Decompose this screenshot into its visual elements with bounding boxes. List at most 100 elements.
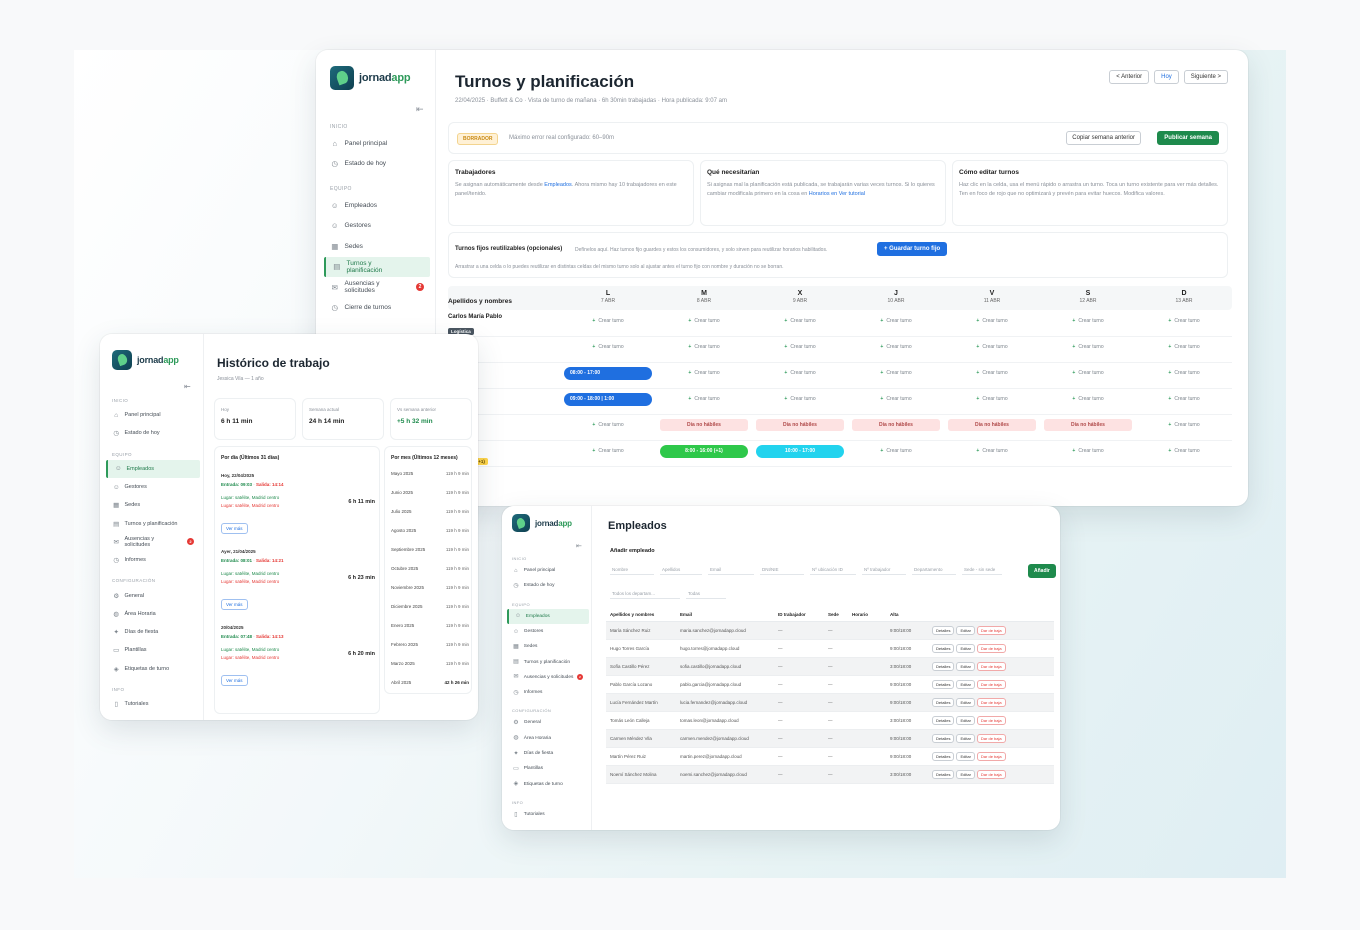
sidebar-item-general[interactable]: ⚙ General <box>507 715 589 730</box>
action-detalles-button[interactable]: Detalles <box>932 734 955 743</box>
sidebar-item-panel-principal[interactable]: ⌂ Panel principal <box>507 563 589 578</box>
create-shift-button[interactable]: + Crear turno <box>848 344 944 350</box>
field-email[interactable]: Email <box>708 564 754 575</box>
sidebar-item-plantillas[interactable]: ▭ Plantillas <box>507 761 589 776</box>
create-shift-button[interactable]: + Crear turno <box>752 318 848 324</box>
column-header[interactable]: Horario <box>852 612 890 617</box>
shift-block[interactable]: 10:00 - 17:00 <box>756 445 844 458</box>
filter-select[interactable]: Todas <box>686 589 726 599</box>
sidebar-item-informes[interactable]: ◷ Informes <box>106 551 200 569</box>
sidebar-item-plantillas[interactable]: ▭ Plantillas <box>106 641 200 659</box>
info-link[interactable]: Empleados <box>544 182 572 188</box>
create-shift-button[interactable]: + Crear turno <box>944 370 1040 376</box>
action-dar-de-baja-button[interactable]: Dar de baja <box>976 770 1006 779</box>
action-dar-de-baja-button[interactable]: Dar de baja <box>976 698 1006 707</box>
sidebar-item-sedes[interactable]: ▦ Sedes <box>106 496 200 514</box>
table-row[interactable]: Carmen Méndez Vila carmen.mendez@jornadap… <box>606 730 1054 748</box>
action-detalles-button[interactable]: Detalles <box>932 716 955 725</box>
copy-week-button[interactable]: Copiar semana anterior <box>1066 131 1141 145</box>
column-header[interactable]: Sede <box>828 612 852 617</box>
field-sede-sin-sede[interactable]: Sede - sin sede <box>962 564 1002 575</box>
column-header[interactable]: Apellidos y nombres <box>606 612 680 617</box>
sidebar-item-turnos-y-planificacion[interactable]: ▤ Turnos y planificación <box>106 514 200 532</box>
employee-name[interactable]: Carlos María Pablo <box>448 314 560 320</box>
sidebar-item-panel-principal[interactable]: ⌂ Panel principal <box>106 406 200 424</box>
create-shift-button[interactable]: + Crear turno <box>560 344 656 350</box>
collapse-sidebar-icon[interactable]: ⇤ <box>576 542 582 550</box>
field-apellidos[interactable]: Apellidos <box>660 564 702 575</box>
action-detalles-button[interactable]: Detalles <box>932 770 955 779</box>
field-nombre[interactable]: Nombre <box>610 564 654 575</box>
sidebar-item-ausencias-y-solicitudes[interactable]: ✉ Ausencias y solicitudes 2 <box>507 670 589 685</box>
shift-block[interactable]: 8:00 - 16:00 (+1) <box>660 445 748 458</box>
info-link[interactable]: Horarios en Ver tutorial <box>809 191 865 197</box>
brand-logo[interactable]: jornadapp <box>512 514 572 532</box>
sidebar-item-gestores[interactable]: ☺ Gestores <box>106 478 200 496</box>
sidebar-item-gestores[interactable]: ☺ Gestores <box>507 624 589 639</box>
action-editar-button[interactable]: Editar <box>956 752 975 761</box>
action-dar-de-baja-button[interactable]: Dar de baja <box>976 752 1006 761</box>
action-detalles-button[interactable]: Detalles <box>932 662 955 671</box>
sidebar-item-dias-de-fiesta[interactable]: ✦ Días de fiesta <box>106 623 200 641</box>
action-dar-de-baja-button[interactable]: Dar de baja <box>976 626 1006 635</box>
create-shift-button[interactable]: + Crear turno <box>848 318 944 324</box>
see-more-button[interactable]: Ver más <box>221 675 248 686</box>
table-row[interactable]: Noemí Sánchez Molina noemi.sanchez@jornad… <box>606 766 1054 784</box>
create-shift-button[interactable]: + Crear turno <box>1040 370 1136 376</box>
save-fixed-shift-button[interactable]: + Guardar turno fijo <box>877 242 948 256</box>
create-shift-button[interactable]: + Crear turno <box>944 396 1040 402</box>
create-shift-button[interactable]: + Crear turno <box>656 396 752 402</box>
sidebar-item-area-horaria[interactable]: ◍ Área Horaria <box>106 605 200 623</box>
non-working-day-cell[interactable]: Día no hábiles <box>948 419 1036 431</box>
table-row[interactable]: Pablo García Lozano pablo.garcia@jornadap… <box>606 676 1054 694</box>
sidebar-item-dias-de-fiesta[interactable]: ✦ Días de fiesta <box>507 746 589 761</box>
sidebar-item-empleados[interactable]: ☺ Empleados <box>106 459 200 478</box>
create-shift-button[interactable]: + Crear turno <box>848 396 944 402</box>
next-week-button[interactable]: Siguiente > <box>1183 70 1228 84</box>
action-detalles-button[interactable]: Detalles <box>932 626 955 635</box>
create-shift-button[interactable]: + Crear turno <box>752 370 848 376</box>
create-shift-button[interactable]: + Crear turno <box>1040 448 1136 454</box>
action-detalles-button[interactable]: Detalles <box>932 752 955 761</box>
sidebar-item-cierre-de-turnos[interactable]: ◷ Cierre de turnos <box>324 298 430 319</box>
create-shift-button[interactable]: + Crear turno <box>560 422 656 428</box>
create-shift-button[interactable]: + Crear turno <box>752 396 848 402</box>
sidebar-item-tutoriales[interactable]: ▯ Tutoriales <box>507 807 589 822</box>
create-shift-button[interactable]: + Crear turno <box>1136 448 1232 454</box>
action-detalles-button[interactable]: Detalles <box>932 698 955 707</box>
action-editar-button[interactable]: Editar <box>956 626 975 635</box>
see-more-button[interactable]: Ver más <box>221 523 248 534</box>
sidebar-item-estado-de-hoy[interactable]: ◷ Estado de hoy <box>324 154 430 175</box>
create-shift-button[interactable]: + Crear turno <box>848 370 944 376</box>
sidebar-item-sedes[interactable]: ▦ Sedes <box>507 639 589 654</box>
action-dar-de-baja-button[interactable]: Dar de baja <box>976 644 1006 653</box>
sidebar-item-etiquetas-de-turno[interactable]: ◈ Etiquetas de turno <box>507 777 589 792</box>
table-row[interactable]: Martín Pérez Ruiz martin.perez@jornadapp.… <box>606 748 1054 766</box>
action-editar-button[interactable]: Editar <box>956 734 975 743</box>
column-header[interactable]: Alta <box>890 612 932 617</box>
action-detalles-button[interactable]: Detalles <box>932 680 955 689</box>
sidebar-item-area-horaria[interactable]: ◍ Área Horaria <box>507 731 589 746</box>
brand-logo[interactable]: jornadapp <box>330 66 411 90</box>
column-header[interactable]: ID trabajador <box>778 612 828 617</box>
field-n-ubicacion-id[interactable]: Nº ubicación ID <box>810 564 856 575</box>
collapse-sidebar-icon[interactable]: ⇤ <box>184 382 191 391</box>
today-button[interactable]: Hoy <box>1154 70 1179 84</box>
sidebar-item-turnos-y-planificacion[interactable]: ▤ Turnos y planificación <box>507 654 589 669</box>
create-shift-button[interactable]: + Crear turno <box>656 344 752 350</box>
action-detalles-button[interactable]: Detalles <box>932 644 955 653</box>
table-row[interactable]: Tomás León Calleja tomas.leon@jornadapp.c… <box>606 712 1054 730</box>
create-shift-button[interactable]: + Crear turno <box>1136 344 1232 350</box>
create-shift-button[interactable]: + Crear turno <box>944 448 1040 454</box>
sidebar-item-ausencias-y-solicitudes[interactable]: ✉ Ausencias y solicitudes 2 <box>324 277 430 298</box>
sidebar-item-tutoriales[interactable]: ▯ Tutoriales <box>106 695 200 713</box>
create-shift-button[interactable]: + Crear turno <box>1136 422 1232 428</box>
action-editar-button[interactable]: Editar <box>956 770 975 779</box>
add-employee-button[interactable]: Añadir <box>1028 564 1056 578</box>
table-row[interactable]: Hugo Torres García hugo.torres@jornadapp.… <box>606 640 1054 658</box>
field-n-trabajador[interactable]: Nº trabajador <box>862 564 906 575</box>
field-departamento[interactable]: Departamento <box>912 564 956 575</box>
brand-logo[interactable]: jornadapp <box>112 350 179 370</box>
sidebar-item-estado-de-hoy[interactable]: ◷ Estado de hoy <box>106 424 200 442</box>
sidebar-item-empleados[interactable]: ☺ Empleados <box>507 608 589 624</box>
